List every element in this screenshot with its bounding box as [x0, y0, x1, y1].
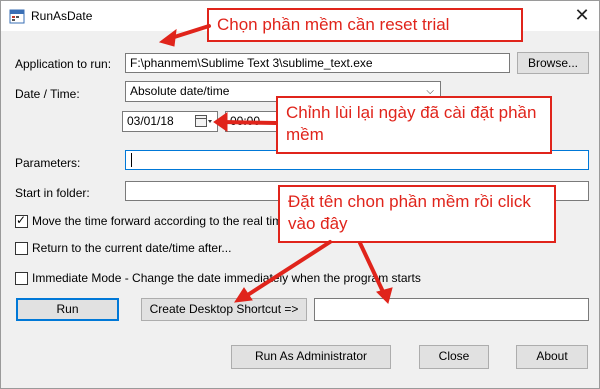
- date-mode-value: Absolute date/time: [130, 84, 230, 98]
- immediate-mode-checkbox[interactable]: [15, 272, 28, 285]
- run-as-administrator-button[interactable]: Run As Administrator: [231, 345, 391, 369]
- move-forward-checkbox[interactable]: [15, 213, 28, 228]
- immediate-mode-label: Immediate Mode - Change the date immedia…: [32, 271, 421, 285]
- about-button[interactable]: About: [516, 345, 588, 369]
- browse-button[interactable]: Browse...: [517, 52, 589, 74]
- parameters-label: Parameters:: [15, 156, 81, 170]
- create-shortcut-button[interactable]: Create Desktop Shortcut =>: [141, 298, 307, 321]
- callout-name-shortcut: Đặt tên chon phần mềm rồi click vào đây: [278, 185, 556, 243]
- date-value: 03/01/18: [127, 114, 174, 128]
- callout-select-software: Chọn phần mềm cần reset trial: [207, 8, 523, 42]
- text-cursor: [131, 153, 132, 167]
- run-button[interactable]: Run: [16, 298, 119, 321]
- application-label: Application to run:: [15, 57, 112, 71]
- time-picker[interactable]: 00:00: [225, 111, 281, 132]
- start-in-label: Start in folder:: [15, 186, 90, 200]
- runasdate-app-icon: [9, 9, 25, 24]
- callout-adjust-date: Chỉnh lùi lại ngày đã cài đặt phần mềm: [276, 96, 552, 154]
- window-title: RunAsDate: [31, 9, 93, 23]
- date-picker[interactable]: 03/01/18: [122, 111, 218, 132]
- move-forward-label: Move the time forward according to the r…: [32, 214, 289, 228]
- close-button[interactable]: Close: [419, 345, 489, 369]
- calendar-icon[interactable]: [195, 115, 213, 128]
- shortcut-name-input[interactable]: [314, 298, 589, 321]
- date-time-label: Date / Time:: [15, 87, 80, 101]
- application-path-input[interactable]: F:\phanmem\Sublime Text 3\sublime_text.e…: [125, 53, 510, 73]
- close-icon[interactable]: ✕: [567, 3, 597, 29]
- return-current-checkbox[interactable]: [15, 242, 28, 255]
- return-current-label: Return to the current date/time after...: [32, 241, 232, 255]
